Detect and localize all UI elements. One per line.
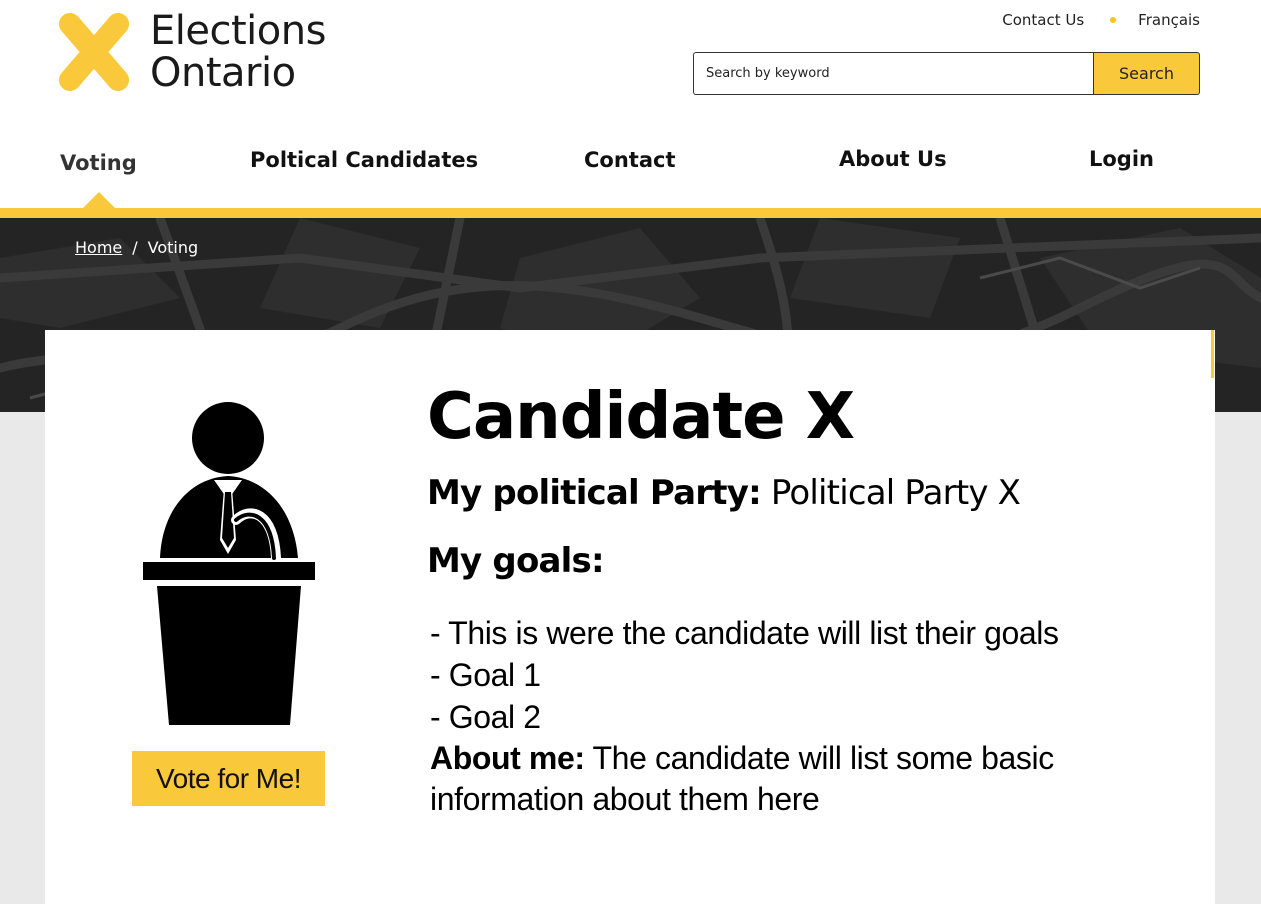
breadcrumb-home-link[interactable]: Home <box>75 238 122 257</box>
utility-links: Contact Us Français <box>1002 11 1200 29</box>
bullet-dot-icon <box>1110 17 1117 23</box>
goals-heading: My goals: <box>427 541 605 581</box>
candidate-name: Candidate X <box>427 380 855 454</box>
logo-x-icon <box>59 13 129 91</box>
francais-link[interactable]: Français <box>1138 11 1200 29</box>
logo-line-1: Elections <box>150 8 326 54</box>
nav-item-voting[interactable]: Voting <box>60 151 137 175</box>
active-nav-pointer-icon <box>83 192 115 208</box>
breadcrumb-separator: / <box>132 238 138 257</box>
card-accent-strip <box>1211 330 1214 378</box>
about-section: About me: The candidate will list some b… <box>430 738 1130 820</box>
breadcrumb: Home / Voting <box>75 238 198 257</box>
nav-item-political-candidates[interactable]: Poltical Candidates <box>250 148 478 172</box>
goal-item: - Goal 2 <box>430 699 541 735</box>
goals-list: - This is were the candidate will list t… <box>430 612 1059 738</box>
party-label: My political Party: <box>427 473 762 513</box>
nav-accent-bar <box>0 208 1261 218</box>
elections-ontario-logo[interactable]: Elections Ontario <box>58 10 348 96</box>
breadcrumb-current: Voting <box>147 238 199 257</box>
contact-us-link[interactable]: Contact Us <box>1002 11 1084 29</box>
party-value: Political Party X <box>770 473 1021 513</box>
search-button[interactable]: Search <box>1093 52 1200 95</box>
search-bar: Search by keyword Search <box>693 52 1200 95</box>
about-label: About me: <box>430 740 585 776</box>
party-line: My political Party: Political Party X <box>427 473 1021 513</box>
goal-item: - Goal 1 <box>430 657 541 693</box>
nav-item-login[interactable]: Login <box>1089 147 1154 171</box>
podium-speaker-icon <box>143 402 315 725</box>
main-nav: Voting Poltical Candidates Contact About… <box>0 140 1261 190</box>
logo-line-2: Ontario <box>150 50 296 96</box>
nav-item-about-us[interactable]: About Us <box>839 147 947 171</box>
goal-item: - This is were the candidate will list t… <box>430 615 1059 651</box>
nav-item-contact[interactable]: Contact <box>584 148 676 172</box>
logo-wordmark: Elections Ontario <box>150 10 326 94</box>
vote-button[interactable]: Vote for Me! <box>132 751 325 806</box>
site-header: Elections Ontario Contact Us Français Se… <box>0 0 1261 208</box>
search-input[interactable]: Search by keyword <box>693 52 1093 95</box>
